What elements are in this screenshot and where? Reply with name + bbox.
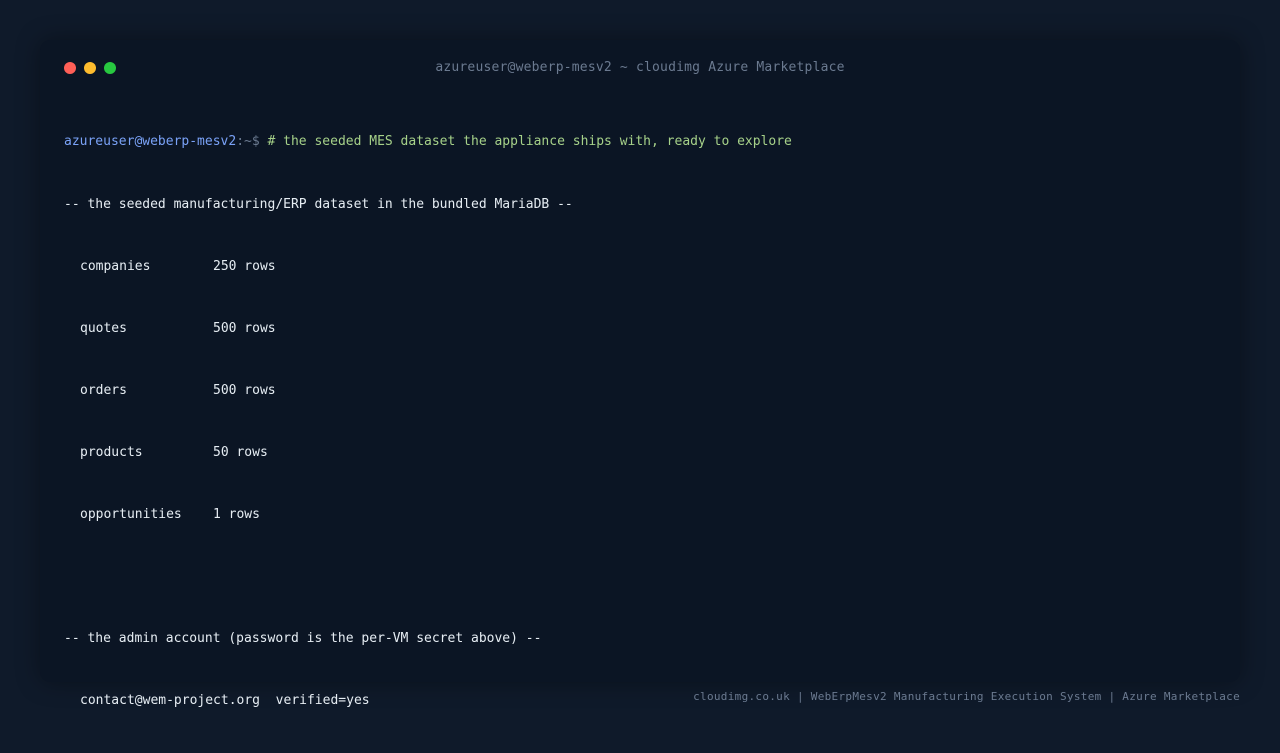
table-row: opportunities 1 rows xyxy=(64,505,1216,526)
window-title: azureuser@weberp-mesv2 ~ cloudimg Azure … xyxy=(435,60,845,75)
prompt-user: azureuser@weberp-mesv2 xyxy=(64,134,237,150)
table-row: orders 500 rows xyxy=(64,381,1216,402)
table-name: orders xyxy=(80,382,127,398)
table-row: products 50 rows xyxy=(64,443,1216,464)
table-name: products xyxy=(80,444,143,460)
section-header: -- the seeded manufacturing/ERP dataset … xyxy=(64,196,573,212)
section-header: -- the admin account (password is the pe… xyxy=(64,631,542,647)
table-count: 250 rows xyxy=(213,258,276,274)
table-count: 1 rows xyxy=(213,506,260,522)
table-row: companies 250 rows xyxy=(64,257,1216,278)
table-count: 500 rows xyxy=(213,382,276,398)
admin-email: contact@wem-project.org xyxy=(80,693,261,709)
table-name: quotes xyxy=(80,320,127,336)
command-text: # the seeded MES dataset the appliance s… xyxy=(267,134,792,150)
prompt-line: azureuser@weberp-mesv2:~$ # the seeded M… xyxy=(64,132,1216,153)
table-name: opportunities xyxy=(80,506,182,522)
terminal-output[interactable]: azureuser@weberp-mesv2:~$ # the seeded M… xyxy=(64,91,1216,753)
footer-caption: cloudimg.co.uk | WebErpMesv2 Manufacturi… xyxy=(693,690,1240,703)
table-row: quotes 500 rows xyxy=(64,319,1216,340)
table-count: 50 rows xyxy=(213,444,268,460)
prompt-path: :~$ xyxy=(236,134,260,150)
table-name: companies xyxy=(80,258,151,274)
admin-status: verified=yes xyxy=(275,693,370,709)
terminal-window: azureuser@weberp-mesv2 ~ cloudimg Azure … xyxy=(40,40,1240,708)
table-count: 500 rows xyxy=(213,320,276,336)
